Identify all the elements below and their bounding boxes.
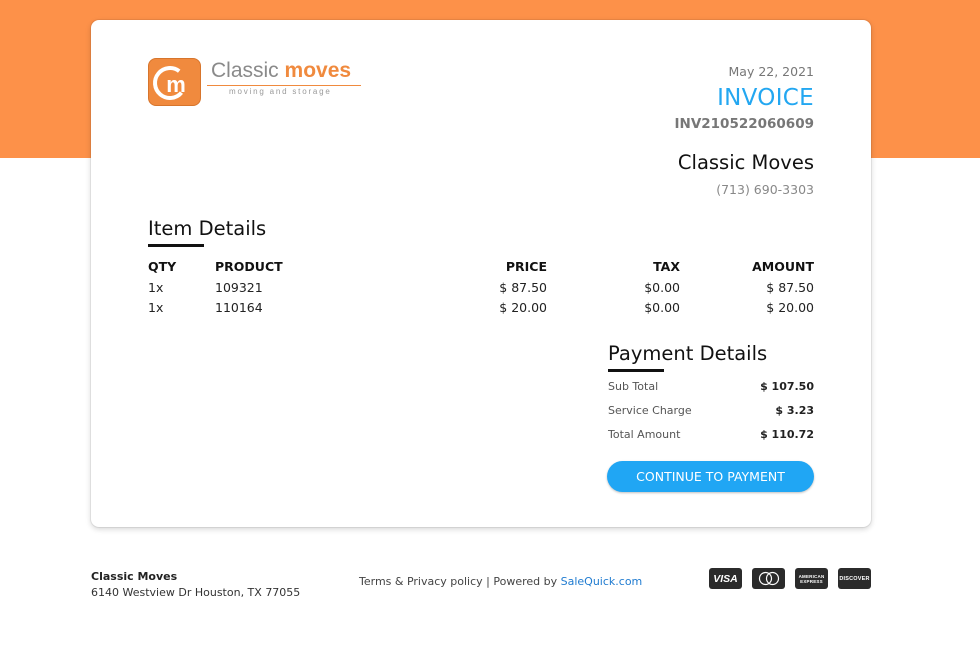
item-tax: $0.00 bbox=[644, 300, 680, 315]
item-amount: $ 20.00 bbox=[766, 300, 814, 315]
col-amount: AMOUNT bbox=[752, 259, 814, 274]
items-table: QTY PRODUCT PRICE TAX AMOUNT 1x 109321 $… bbox=[148, 258, 814, 320]
summary-label: Total Amount bbox=[608, 428, 681, 441]
item-details-underline bbox=[148, 244, 204, 247]
summary-value: $ 110.72 bbox=[760, 428, 814, 441]
summary-value: $ 107.50 bbox=[760, 380, 814, 393]
business-name: Classic Moves bbox=[677, 151, 814, 174]
item-product: 110164 bbox=[215, 300, 263, 315]
col-price: PRICE bbox=[505, 259, 547, 274]
invoice-number: INV210522060609 bbox=[674, 116, 815, 132]
summary-label: Service Charge bbox=[608, 404, 692, 417]
payment-card-logos: VISA AMERICAN EXPRESS DISCOVER bbox=[709, 568, 871, 589]
visa-icon: VISA bbox=[709, 568, 742, 589]
payment-summary: Sub Total $ 107.50 Service Charge $ 3.23… bbox=[608, 380, 814, 452]
discover-icon: DISCOVER bbox=[838, 568, 871, 589]
continue-to-payment-button[interactable]: CONTINUE TO PAYMENT bbox=[607, 461, 814, 492]
summary-row-subtotal: Sub Total $ 107.50 bbox=[608, 380, 814, 404]
mastercard-icon bbox=[752, 568, 785, 589]
footer-links: Terms & Privacy policy | Powered by Sale… bbox=[359, 575, 642, 588]
invoice-date: May 22, 2021 bbox=[728, 64, 814, 79]
salequick-link[interactable]: SaleQuick.com bbox=[561, 575, 643, 588]
summary-row-total: Total Amount $ 110.72 bbox=[608, 428, 814, 452]
summary-row-service-charge: Service Charge $ 3.23 bbox=[608, 404, 814, 428]
footer-company: Classic Moves 6140 Westview Dr Houston, … bbox=[91, 569, 300, 601]
item-qty: 1x bbox=[148, 279, 164, 295]
invoice-title: INVOICE bbox=[717, 85, 814, 111]
table-row: 1x 109321 $ 87.50 $0.00 $ 87.50 bbox=[148, 279, 814, 300]
terms-privacy-text: Terms & Privacy policy | Powered by bbox=[359, 575, 561, 588]
summary-label: Sub Total bbox=[608, 380, 659, 393]
items-table-header: QTY PRODUCT PRICE TAX AMOUNT bbox=[148, 258, 814, 279]
logo-tagline: moving and storage bbox=[229, 87, 332, 96]
footer-address: 6140 Westview Dr Houston, TX 77055 bbox=[91, 586, 301, 599]
item-price: $ 20.00 bbox=[499, 300, 547, 315]
svg-text:m: m bbox=[166, 72, 186, 97]
item-tax: $0.00 bbox=[644, 279, 680, 295]
item-product: 109321 bbox=[215, 279, 263, 295]
col-tax: TAX bbox=[653, 259, 680, 274]
logo-rule bbox=[207, 85, 361, 86]
payment-details-heading: Payment Details bbox=[608, 342, 768, 365]
business-phone: (713) 690-3303 bbox=[716, 182, 814, 197]
item-amount: $ 87.50 bbox=[766, 279, 814, 295]
summary-value: $ 3.23 bbox=[775, 404, 814, 417]
item-price: $ 87.50 bbox=[499, 279, 547, 295]
logo-wordmark: Classic moves bbox=[211, 59, 352, 82]
payment-details-underline bbox=[608, 369, 664, 372]
table-row: 1x 110164 $ 20.00 $0.00 $ 20.00 bbox=[148, 299, 814, 320]
col-product: PRODUCT bbox=[215, 259, 283, 274]
footer-company-name: Classic Moves bbox=[91, 570, 178, 583]
invoice-header: May 22, 2021 INVOICE INV210522060609 Cla… bbox=[675, 64, 815, 198]
item-qty: 1x bbox=[148, 300, 164, 315]
col-qty: QTY bbox=[148, 259, 177, 274]
company-logo: m Classic moves moving and storage bbox=[148, 58, 363, 108]
amex-icon: AMERICAN EXPRESS bbox=[795, 568, 828, 589]
logo-mark-icon: m bbox=[148, 58, 201, 106]
item-details-heading: Item Details bbox=[148, 217, 267, 240]
invoice-card: m Classic moves moving and storage May 2… bbox=[91, 20, 871, 527]
